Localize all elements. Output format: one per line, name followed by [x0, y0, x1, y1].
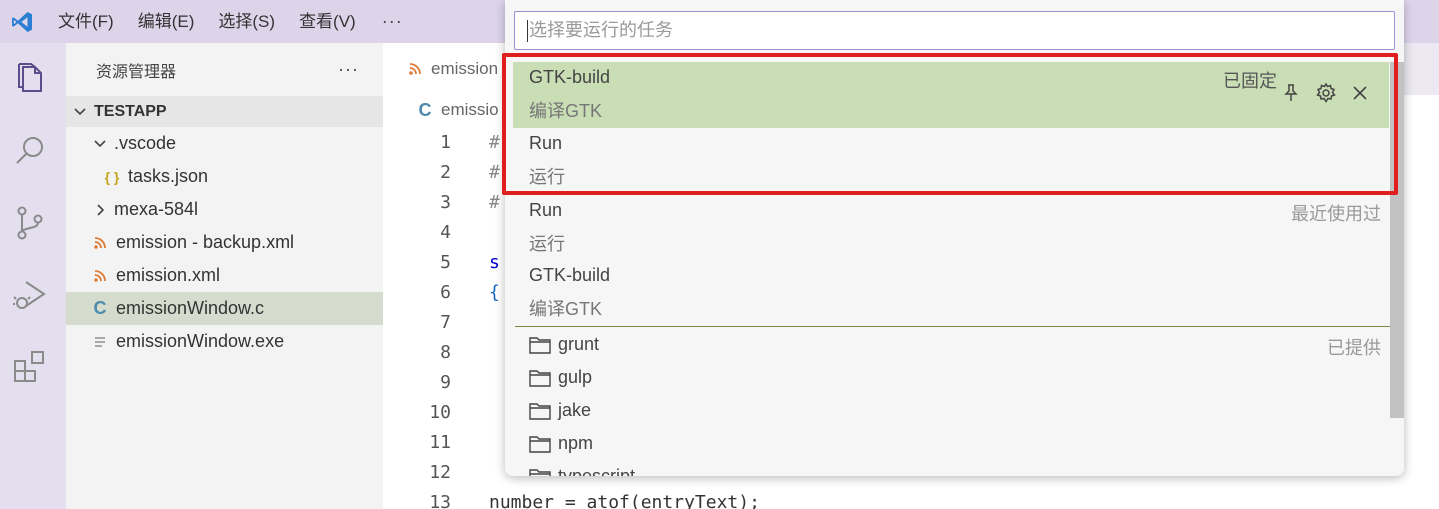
provider-label: grunt: [558, 334, 600, 354]
generic-file-icon: [90, 335, 110, 349]
provider-label: typescript: [558, 466, 636, 476]
line-number: 8: [440, 342, 451, 363]
folder-icon: [529, 468, 551, 476]
json-file-icon: { }: [104, 168, 120, 185]
run-debug-icon[interactable]: [10, 275, 50, 315]
code-text: #: [489, 132, 500, 153]
tree-item-emissionwindow-c[interactable]: C emissionWindow.c: [66, 292, 383, 325]
line-number: 2: [440, 162, 451, 183]
tree-item-label: emission - backup.xml: [116, 232, 295, 252]
tree-item-label: emissionWindow.exe: [116, 331, 285, 351]
provider-label: gulp: [558, 367, 593, 387]
text-caret: [527, 19, 528, 42]
explorer-header: 资源管理器 ···: [66, 43, 383, 96]
provided-badge: 已提供: [1327, 338, 1381, 358]
task-provider-jake[interactable]: jake: [513, 395, 1389, 428]
code-line: 13 number = atof(entryText);: [383, 488, 1439, 509]
menu-view[interactable]: 查看(V): [287, 0, 368, 43]
workspace-section-header[interactable]: TESTAPP: [66, 96, 383, 127]
c-file-icon: C: [418, 99, 432, 120]
code-text: #: [489, 162, 500, 183]
provider-label: npm: [558, 433, 594, 453]
activity-bar: [0, 43, 66, 509]
explorer-title: 资源管理器: [96, 63, 177, 81]
menu-edit[interactable]: 编辑(E): [126, 0, 207, 43]
chevron-right-icon: [92, 203, 108, 217]
explorer-more-button[interactable]: ···: [338, 59, 359, 80]
code-text: number = atof(entryText);: [489, 492, 760, 509]
task-search-field[interactable]: [514, 11, 1395, 50]
line-number: 4: [440, 222, 451, 243]
task-item-gtk-build-recent[interactable]: GTK-build 编译GTK: [513, 260, 1389, 326]
tree-item-mexa[interactable]: mexa-584l: [66, 193, 383, 226]
code-text: {: [489, 282, 500, 303]
search-icon[interactable]: [10, 131, 50, 171]
tree-item-emission-xml[interactable]: emission.xml: [66, 259, 383, 292]
vscode-logo-icon: [0, 0, 44, 43]
highlight-box: [502, 53, 1398, 195]
rss-file-icon: [90, 269, 110, 283]
task-provider-grunt[interactable]: grunt 已提供: [513, 329, 1389, 362]
c-file-icon: C: [93, 298, 107, 318]
task-description: 运行: [529, 234, 565, 254]
folder-icon: [529, 435, 551, 458]
tree-item-label: emission.xml: [116, 265, 221, 285]
tree-item-vscode[interactable]: .vscode: [66, 127, 383, 160]
line-number: 7: [440, 312, 451, 333]
breadcrumb-file: emissio: [441, 100, 499, 119]
section-divider: [515, 326, 1394, 327]
tree-item-label: tasks.json: [128, 166, 209, 186]
line-number: 3: [440, 192, 451, 213]
tree-item-label: emissionWindow.c: [116, 298, 265, 318]
line-number: 10: [429, 402, 451, 423]
folder-icon: [529, 336, 551, 359]
folder-icon: [529, 369, 551, 392]
provider-label: jake: [558, 400, 592, 420]
code-text: #: [489, 192, 500, 213]
chevron-down-icon: [72, 105, 88, 119]
task-label: GTK-build: [529, 265, 611, 285]
line-number: 6: [440, 282, 451, 303]
tree-item-label: mexa-584l: [114, 199, 199, 219]
menu-more-button[interactable]: ···: [368, 11, 417, 32]
tree-item-label: .vscode: [114, 133, 177, 153]
recently-used-badge: 最近使用过: [1291, 204, 1381, 224]
line-number: 11: [429, 432, 451, 453]
task-description: 编译GTK: [529, 299, 603, 319]
task-provider-npm[interactable]: npm: [513, 428, 1389, 461]
line-number: 13: [429, 492, 451, 509]
tree-item-emissionwindow-exe[interactable]: emissionWindow.exe: [66, 325, 383, 358]
tree-item-emission-backup-xml[interactable]: emission - backup.xml: [66, 226, 383, 259]
task-search-input[interactable]: [529, 20, 1369, 41]
tab-label: emission: [431, 59, 499, 78]
tree-item-tasks-json[interactable]: { } tasks.json: [66, 160, 383, 193]
folder-icon: [529, 402, 551, 425]
workspace-name: TESTAPP: [94, 102, 167, 120]
line-number: 9: [440, 372, 451, 393]
line-number: 1: [440, 132, 451, 153]
task-item-run-recent[interactable]: Run 运行 最近使用过: [513, 195, 1389, 261]
line-number: 12: [429, 462, 451, 483]
extensions-icon[interactable]: [10, 347, 50, 387]
menu-file[interactable]: 文件(F): [44, 0, 126, 43]
chevron-down-icon: [92, 137, 108, 151]
rss-file-icon: [405, 62, 425, 76]
source-control-icon[interactable]: [10, 203, 50, 243]
task-provider-typescript[interactable]: typescript: [513, 461, 1389, 476]
code-text: s: [489, 252, 500, 273]
rss-file-icon: [90, 236, 110, 250]
task-label: Run: [529, 200, 563, 220]
line-number: 5: [440, 252, 451, 273]
menu-selection[interactable]: 选择(S): [206, 0, 287, 43]
explorer-icon[interactable]: [10, 57, 50, 97]
menu-bar: 文件(F) 编辑(E) 选择(S) 查看(V) ···: [44, 0, 417, 43]
explorer-sidebar: 资源管理器 ··· TESTAPP .vscode { } tasks.json…: [66, 43, 383, 509]
task-provider-gulp[interactable]: gulp: [513, 362, 1389, 395]
